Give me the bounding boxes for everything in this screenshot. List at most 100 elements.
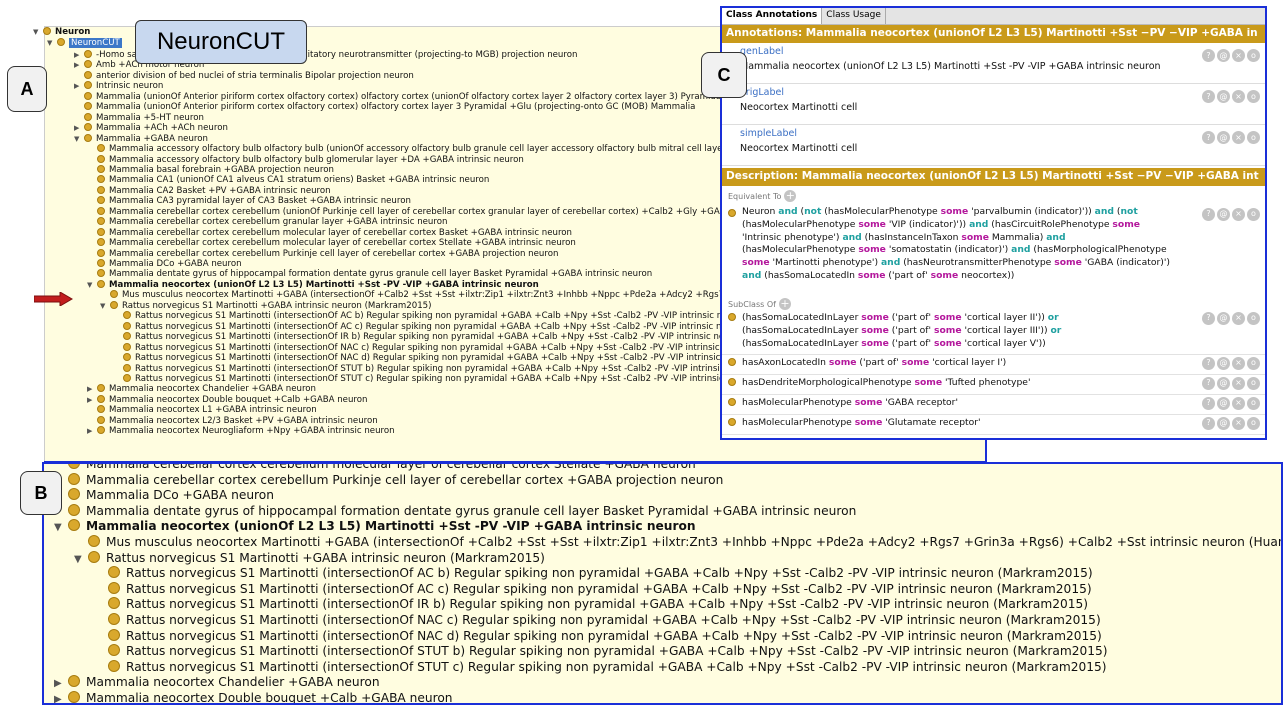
annotate-icon[interactable]: @ — [1217, 208, 1230, 221]
expression-text: ('part of' — [856, 357, 902, 369]
zoom-tree-row[interactable]: ▼ Mammalia neocortex (unionOf L2 L3 L5) M… — [54, 519, 696, 535]
zoom-tree-row[interactable]: Rattus norvegicus S1 Martinotti (interse… — [94, 644, 1108, 659]
edit-icon[interactable]: o — [1247, 377, 1260, 391]
annotate-icon[interactable]: @ — [1217, 131, 1230, 144]
keyword-some: some — [933, 312, 962, 323]
delete-icon[interactable]: × — [1232, 49, 1245, 62]
delete-icon[interactable]: × — [1232, 312, 1245, 325]
help-icon[interactable]: ? — [1202, 49, 1215, 62]
annotation-property[interactable]: genLabel — [740, 46, 1265, 57]
zoom-tree-row[interactable]: Rattus norvegicus S1 Martinotti (interse… — [94, 581, 1092, 597]
edit-icon[interactable]: o — [1247, 357, 1260, 371]
help-icon[interactable]: ? — [1202, 377, 1215, 391]
annotation-row[interactable]: origLabel Neocortex Martinotti cell? @ × o — [722, 84, 1265, 125]
keyword-and: and — [1046, 231, 1066, 243]
class-icon — [68, 464, 80, 469]
delete-icon[interactable]: × — [1232, 208, 1245, 221]
edit-icon[interactable]: o — [1247, 49, 1260, 62]
superclass-row[interactable]: hasMolecularPhenotype some 'Glutamate re… — [722, 415, 1265, 435]
subclass-of-label: SubClass Of — [728, 299, 776, 309]
zoom-tree-row[interactable]: Mammalia cerebellar cortex cerebellum mo… — [54, 464, 696, 472]
zoom-row-label: Rattus norvegicus S1 Martinotti (interse… — [126, 566, 1093, 581]
edit-icon[interactable]: o — [1247, 131, 1260, 144]
zoom-tree-row[interactable]: ▶ Mammalia neocortex Chandelier +GABA neu… — [54, 675, 380, 691]
expression-text: (hasSomaLocatedInLayer — [742, 312, 862, 323]
zoom-tree-row[interactable]: Rattus norvegicus S1 Martinotti (interse… — [94, 628, 1102, 644]
edit-icon[interactable]: o — [1247, 90, 1260, 103]
superclass-row[interactable]: (hasSomaLocatedInLayer some ('part of' s… — [722, 310, 1265, 356]
keyword-some: some — [901, 357, 930, 369]
edit-icon[interactable]: o — [1247, 312, 1260, 325]
help-icon[interactable]: ? — [1202, 416, 1215, 430]
zoom-tree-row[interactable]: Rattus norvegicus S1 Martinotti (interse… — [94, 566, 1093, 581]
annotate-icon[interactable]: @ — [1217, 49, 1230, 62]
annotation-value: Mammalia neocortex (unionOf L2 L3 L5) Ma… — [740, 61, 1161, 72]
annotate-icon[interactable]: @ — [1217, 312, 1230, 325]
delete-icon[interactable]: × — [1232, 416, 1245, 430]
annotation-property[interactable]: origLabel — [740, 87, 1265, 98]
annotate-icon[interactable]: @ — [1217, 357, 1230, 371]
expand-toggle-icon[interactable]: ▼ — [54, 520, 66, 535]
equivalent-expression[interactable]: ? @ × o Neuron and (not (hasMolecularPhenot… — [722, 202, 1265, 288]
keyword-some: some — [854, 396, 883, 408]
expression-text: 'Glutamate receptor' — [882, 416, 981, 428]
zoom-tree-row[interactable]: ▶ Mammalia neocortex Double bouquet +Calb… — [54, 691, 453, 703]
add-equivalent-icon[interactable]: + — [784, 190, 797, 202]
annotate-icon[interactable]: @ — [1217, 90, 1230, 103]
help-icon[interactable]: ? — [1202, 396, 1215, 410]
expression-text: ('part of' — [888, 312, 934, 323]
delete-icon[interactable]: × — [1232, 396, 1245, 410]
zoom-row-label: Rattus norvegicus S1 Martinotti (interse… — [126, 644, 1108, 659]
keyword-and: and — [842, 231, 862, 243]
class-icon — [108, 597, 120, 610]
keyword-some: some — [940, 206, 969, 217]
zoom-tree-row[interactable]: ▼ Rattus norvegicus S1 Martinotti +GABA i… — [74, 550, 545, 567]
zoom-tree-row[interactable]: Mammalia cerebellar cortex cerebellum Pu… — [54, 472, 723, 488]
help-icon[interactable]: ? — [1202, 312, 1215, 325]
row-actions: ? @ × o — [1202, 49, 1260, 62]
annotation-row[interactable]: genLabel Mammalia neocortex (unionOf L2 L… — [722, 43, 1265, 84]
zoom-tree-row[interactable]: Mammalia DCo +GABA neuron — [54, 488, 274, 503]
keyword-some: some — [930, 269, 959, 281]
delete-icon[interactable]: × — [1232, 377, 1245, 391]
zoom-tree-row[interactable]: Rattus norvegicus S1 Martinotti (interse… — [94, 613, 1101, 628]
expand-toggle-icon[interactable]: ▶ — [54, 692, 66, 703]
expand-toggle-icon[interactable]: ▶ — [54, 676, 66, 691]
delete-icon[interactable]: × — [1232, 131, 1245, 144]
zoom-row-label: Mammalia neocortex (unionOf L2 L3 L5) Ma… — [86, 519, 696, 534]
tab-class-annotations[interactable]: Class Annotations — [722, 8, 823, 24]
zoom-tree-row[interactable]: Rattus norvegicus S1 Martinotti (interse… — [94, 597, 1088, 612]
superclass-row[interactable]: hasAxonLocatedIn some ('part of' some 'c… — [722, 355, 1265, 376]
superclass-row[interactable]: hasDendriteMorphologicalPhenotype some '… — [722, 375, 1265, 395]
help-icon[interactable]: ? — [1202, 208, 1215, 221]
expand-toggle-icon[interactable]: ▼ — [74, 552, 86, 567]
edit-icon[interactable]: o — [1247, 416, 1260, 430]
help-icon[interactable]: ? — [1202, 131, 1215, 144]
zoom-tree-row[interactable]: Mammalia dentate gyrus of hippocampal fo… — [54, 503, 856, 519]
annotate-icon[interactable]: @ — [1217, 377, 1230, 391]
annotate-icon[interactable]: @ — [1217, 416, 1230, 430]
row-actions: ? @ × o — [1202, 208, 1260, 221]
superclass-row[interactable]: hasMolecularPhenotype some 'GABA recepto… — [722, 395, 1265, 415]
subclass-of-section: SubClass Of + — [722, 288, 1265, 310]
tab-class-usage[interactable]: Class Usage — [822, 8, 886, 24]
annotation-property[interactable]: simpleLabel — [740, 128, 1265, 139]
expression-text: hasAxonLocatedIn — [742, 357, 829, 369]
keyword-some: some — [861, 312, 889, 323]
expression-text: (hasSomaLocatedInLayer — [742, 337, 862, 349]
edit-icon[interactable]: o — [1247, 208, 1260, 221]
keyword-some: some — [742, 257, 770, 269]
zoom-tree-row[interactable]: Mus musculus neocortex Martinotti +GABA … — [74, 535, 1281, 550]
delete-icon[interactable]: × — [1232, 357, 1245, 371]
help-icon[interactable]: ? — [1202, 90, 1215, 103]
edit-icon[interactable]: o — [1247, 396, 1260, 410]
zoom-tree-row[interactable]: Rattus norvegicus S1 Martinotti (interse… — [94, 659, 1107, 675]
annotate-icon[interactable]: @ — [1217, 396, 1230, 410]
expression-text: (hasMorphologicalPhenotype — [1030, 244, 1167, 256]
help-icon[interactable]: ? — [1202, 357, 1215, 371]
keyword-some: some — [961, 231, 989, 243]
description-header: Description: Mammalia neocortex (unionOf… — [722, 168, 1265, 186]
delete-icon[interactable]: × — [1232, 90, 1245, 103]
add-superclass-icon[interactable]: + — [778, 298, 791, 310]
annotation-row[interactable]: simpleLabel Neocortex Martinotti cell? @ × o — [722, 125, 1265, 166]
